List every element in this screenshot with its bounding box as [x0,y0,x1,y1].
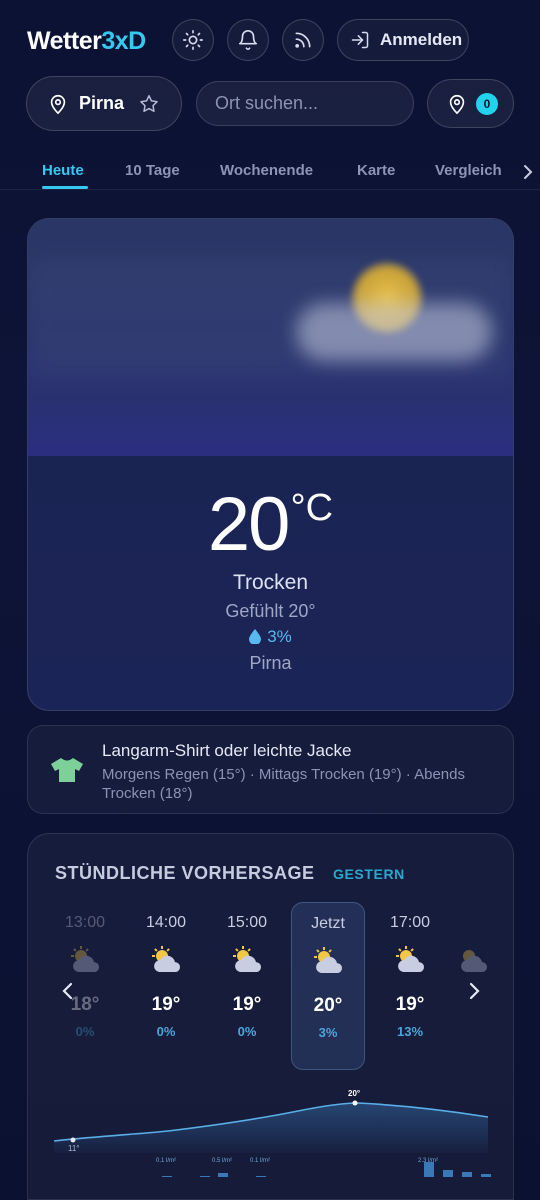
current-temperature: 20°C [28,481,513,568]
map-pin-icon [50,94,66,114]
hourly-title: STÜNDLICHE VORHERSAGE [55,863,315,883]
hour-column-partial [453,914,493,980]
scroll-right-arrow-icon[interactable] [464,979,484,1003]
hour-column-now: Jetzt 20° 3% [291,902,365,1070]
scroll-left-arrow-icon[interactable] [58,979,78,1003]
search-placeholder: Ort suchen... [215,93,319,113]
rss-icon [295,32,311,48]
sky-illustration [28,219,513,456]
login-label: Anmelden [380,30,463,49]
hour-precip: 0% [156,1024,176,1039]
brand-logo[interactable]: Wetter3xD [27,27,146,56]
tab-karte[interactable]: Karte [357,162,395,179]
login-button[interactable]: Anmelden [337,19,469,61]
hour-column: 14:00 19° 0% [129,914,203,1039]
cloud-illustration [296,303,492,361]
hour-precip: 13% [396,1024,424,1039]
hour-time: Jetzt [311,915,345,932]
yesterday-link[interactable]: GESTERN [333,866,405,882]
hour-precip: 0% [75,1024,95,1039]
rain-bar [218,1173,228,1177]
rain-chance: 3% [28,627,513,647]
sun-cloud-icon [314,947,343,973]
hour-temp: 20° [313,995,343,1016]
rain-bar [481,1174,491,1177]
sun-cloud-icon [233,946,262,972]
shirt-icon [51,758,83,782]
tab-10-tage[interactable]: 10 Tage [125,162,180,179]
bell-icon [238,30,258,50]
rain-bar [162,1176,172,1177]
sun-cloud-icon [71,946,100,972]
hour-precip: 0% [237,1024,257,1039]
login-icon [351,31,369,49]
clothing-recommendation: Langarm-Shirt oder leichte Jacke Morgens… [27,725,514,814]
condition-text: Trocken [232,571,309,594]
rain-chance-value: 3% [267,627,292,646]
tab-bar: Heute 10 Tage Wochenende Karte Vergleich [0,150,540,190]
search-input[interactable]: Ort suchen... [196,81,414,126]
current-weather-card: 20°C Trocken Gefühlt 20° 3% Pirna [27,218,514,711]
star-icon[interactable] [138,93,160,115]
hour-time: 17:00 [389,914,431,931]
brand-accent: 3xD [101,27,146,55]
hour-temp: 19° [151,994,181,1015]
location-selector[interactable]: Pirna [26,76,182,131]
rss-button[interactable] [282,19,324,61]
app-header: Wetter3xD Anmelden [0,0,540,80]
clothing-title: Langarm-Shirt oder leichte Jacke [102,741,352,760]
hourly-forecast-card: STÜNDLICHE VORHERSAGE GESTERN 13:00 18° … [27,833,514,1200]
min-point [70,1137,76,1143]
map-pin-icon [449,94,465,114]
rain-amount-label: 0.1 l/m² [250,1158,270,1164]
theme-toggle-button[interactable] [172,19,214,61]
rain-bar [462,1172,472,1177]
sun-cloud-icon [152,946,181,972]
temperature-curve-chart: 11° 20° 0.1 l/m² 0.5 l/m² 0.1 l/m² 2.3 l… [53,1089,491,1177]
notifications-button[interactable] [227,19,269,61]
chevron-right-icon[interactable] [521,164,535,180]
saved-count-badge: 0 [476,92,498,115]
rain-bar [443,1170,453,1177]
feels-like-text: Gefühlt 20° [225,601,316,621]
max-point [352,1100,358,1106]
hour-time: 14:00 [145,914,187,931]
temperature-value: 20 [207,482,291,567]
saved-locations-button[interactable]: 0 [427,79,514,128]
clothing-detail: Morgens Regen (15°) · Mittags Trocken (1… [102,766,465,802]
hour-column: 13:00 18° 0% [48,914,122,1039]
hour-precip: 3% [318,1025,338,1040]
min-temp-label: 11° [68,1144,80,1153]
hour-column: 17:00 19° 13% [373,914,447,1039]
temperature-area [54,1103,488,1153]
rain-bar [256,1176,266,1177]
hour-temp: 19° [395,994,425,1015]
location-name: Pirna [79,93,125,113]
hour-column: 15:00 19° 0% [210,914,284,1039]
temperature-unit: °C [290,487,334,529]
max-temp-label: 20° [348,1089,360,1098]
tab-vergleich[interactable]: Vergleich [435,162,502,179]
tab-wochenende[interactable]: Wochenende [220,162,313,179]
rain-bar [424,1162,434,1177]
hour-time: 15:00 [226,914,268,931]
sun-cloud-icon [461,950,488,972]
rain-bar [200,1176,210,1177]
tab-heute[interactable]: Heute [42,162,84,179]
sun-cloud-icon [396,946,425,972]
hour-time: 13:00 [64,914,106,931]
active-tab-indicator [42,186,88,189]
hour-temp: 19° [232,994,262,1015]
raindrop-icon [249,629,262,645]
brand-main: Wetter [27,27,102,55]
rain-amount-label: 0.1 l/m² [156,1158,176,1164]
sun-icon [183,30,203,50]
rain-amount-label: 0.5 l/m² [212,1158,232,1164]
place-name: Pirna [249,653,292,673]
